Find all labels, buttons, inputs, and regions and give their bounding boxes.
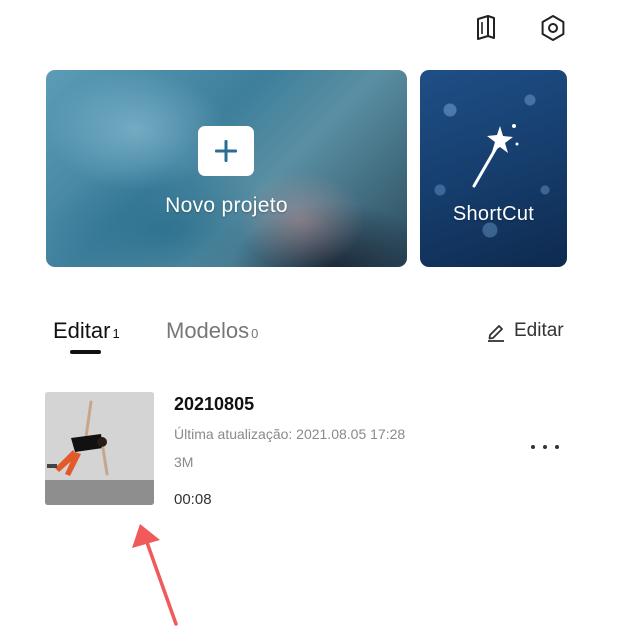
project-title: 20210805 <box>174 394 255 414</box>
new-project-label: Novo projeto <box>165 194 288 217</box>
tab-modelos[interactable]: Modelos 0 <box>166 318 258 344</box>
edit-button[interactable]: Editar <box>486 320 564 342</box>
plus-icon <box>198 126 254 176</box>
more-dot <box>543 445 547 449</box>
project-updated: Última atualização: 2021.08.05 17:28 <box>174 426 406 442</box>
project-duration: 00:08 <box>174 491 212 508</box>
book-icon[interactable] <box>470 12 502 44</box>
tab-editar-count: 1 <box>112 326 120 341</box>
annotation-arrow <box>132 524 178 626</box>
new-project-card[interactable]: Novo projeto <box>46 70 407 267</box>
tab-editar-label: Editar <box>53 318 111 343</box>
tab-modelos-label: Modelos <box>166 318 250 343</box>
more-dot <box>555 445 559 449</box>
magic-wand-icon <box>472 124 519 188</box>
project-size: 3M <box>174 454 194 470</box>
more-dot <box>531 445 535 449</box>
edit-button-label: Editar <box>514 320 564 341</box>
settings-icon[interactable] <box>537 12 569 44</box>
active-tab-indicator <box>70 350 101 354</box>
pencil-icon <box>488 325 504 342</box>
more-options-button[interactable] <box>531 437 559 457</box>
shortcut-label: ShortCut <box>452 203 535 225</box>
project-thumbnail[interactable] <box>45 392 154 505</box>
tab-editar[interactable]: Editar 1 <box>53 318 120 344</box>
tab-modelos-count: 0 <box>251 326 259 341</box>
shortcut-card[interactable]: ShortCut <box>420 70 567 267</box>
